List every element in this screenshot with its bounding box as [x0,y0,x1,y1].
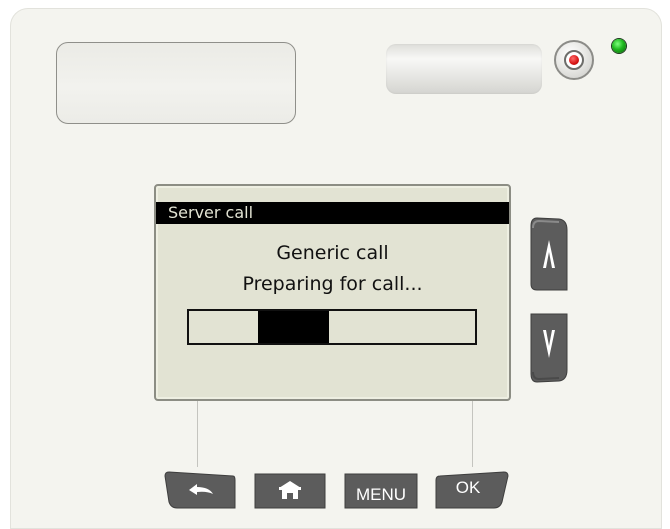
lcd-line-1: Generic call [276,242,389,264]
lcd-screen: Server call Generic call Preparing for c… [154,184,511,401]
lcd-line-2: Preparing for call... [242,273,423,295]
status-led [612,39,626,53]
lcd-title: Server call [156,202,509,224]
progress-bar [187,309,477,345]
menu-button[interactable]: MENU [343,468,419,512]
home-button[interactable] [253,468,327,512]
power-icon [564,50,584,70]
scroll-up-button[interactable] [529,216,569,292]
ok-button[interactable]: OK [434,468,510,512]
lead-line-back [197,401,198,467]
lead-line-ok [472,401,473,467]
scroll-down-button[interactable] [529,312,569,384]
brand-plate [386,44,542,94]
progress-indicator [257,311,330,343]
label-plate [56,42,296,124]
back-button[interactable] [163,468,237,512]
power-button[interactable] [554,40,594,80]
